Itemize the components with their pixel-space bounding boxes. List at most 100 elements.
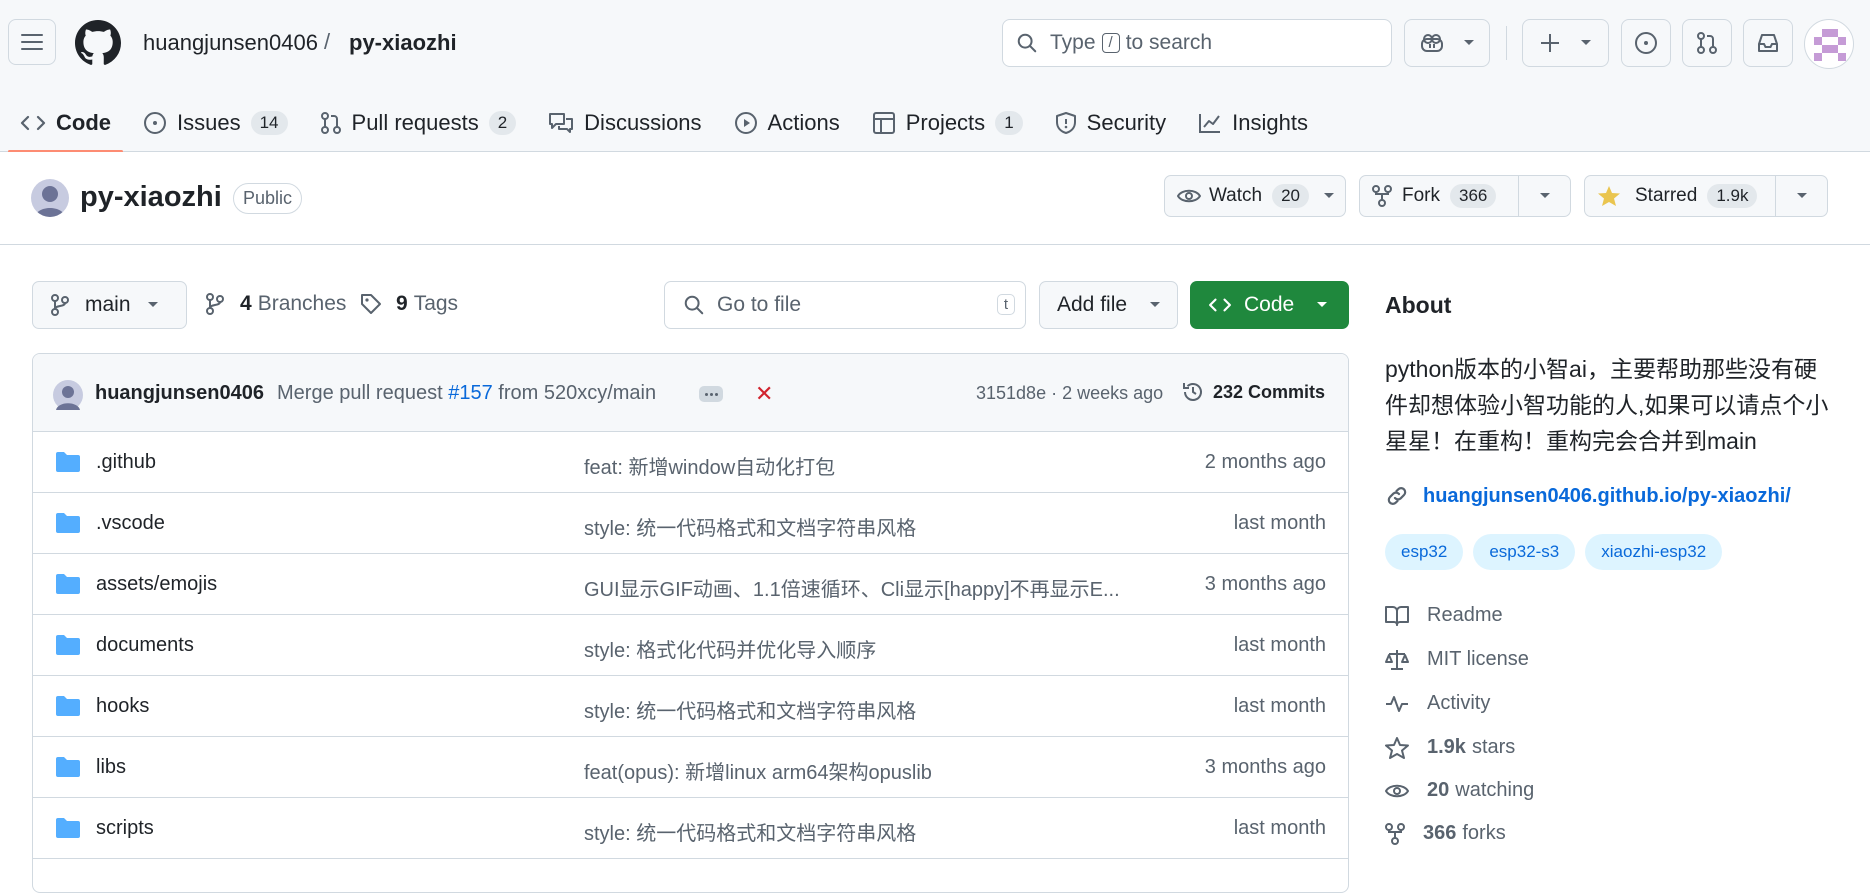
code-button-label: Code bbox=[1244, 293, 1295, 316]
commit-hash-time[interactable]: 3151d8e · 2 weeks ago bbox=[976, 383, 1163, 404]
chevron-down-icon bbox=[147, 302, 158, 307]
user-avatar[interactable] bbox=[1804, 19, 1854, 69]
file-commit-message[interactable]: feat(opus): 新增linux arm64架构opuslib bbox=[584, 756, 1144, 785]
tab-discussions[interactable]: Discussions bbox=[536, 94, 713, 152]
file-commit-date: 2 months ago bbox=[1204, 451, 1326, 473]
file-name[interactable]: .vscode bbox=[96, 512, 165, 535]
file-commit-message[interactable]: style: 统一代码格式和文档字符串风格 bbox=[584, 512, 1144, 541]
file-row[interactable]: documents style: 格式化代码并优化导入顺序 last month bbox=[33, 615, 1348, 676]
code-dropdown-button[interactable]: Code bbox=[1190, 281, 1349, 329]
folder-icon bbox=[56, 696, 80, 716]
file-commit-message[interactable]: feat: 新增window自动化打包 bbox=[584, 451, 1144, 480]
fork-button[interactable]: Fork 366 bbox=[1359, 175, 1571, 217]
chevron-down-icon bbox=[1324, 193, 1335, 198]
commit-status-failed-icon[interactable]: ✕ bbox=[755, 381, 773, 407]
issue-opened-icon bbox=[1635, 32, 1657, 54]
folder-icon bbox=[56, 757, 80, 777]
stars-link[interactable]: 1.9k stars bbox=[1385, 736, 1515, 759]
forks-label: forks bbox=[1462, 822, 1506, 844]
file-row[interactable]: .github feat: 新增window自动化打包 2 months ago bbox=[33, 432, 1348, 493]
file-row[interactable]: libs feat(opus): 新增linux arm64架构opuslib … bbox=[33, 737, 1348, 798]
commit-message[interactable]: Merge pull request #157 from 520xcy/main bbox=[277, 382, 656, 405]
branches-link[interactable]: 4 Branches bbox=[206, 292, 346, 316]
github-logo-icon[interactable] bbox=[75, 20, 121, 66]
file-commit-message[interactable]: style: 格式化代码并优化导入顺序 bbox=[584, 634, 1144, 663]
link-icon bbox=[1387, 487, 1407, 505]
readme-link[interactable]: Readme bbox=[1385, 604, 1503, 627]
commit-expand-button[interactable] bbox=[699, 386, 723, 402]
header-divider bbox=[1506, 26, 1507, 60]
plus-icon bbox=[1540, 34, 1559, 52]
commit-pr-link[interactable]: #157 bbox=[448, 382, 493, 404]
commits-count-label: 232 Commits bbox=[1213, 381, 1326, 402]
file-commit-date: last month bbox=[1233, 634, 1326, 656]
about-heading: About bbox=[1385, 292, 1452, 318]
file-commit-message[interactable]: style: 统一代码格式和文档字符串风格 bbox=[584, 695, 1144, 724]
breadcrumb-repo[interactable]: py-xiaozhi bbox=[349, 30, 457, 56]
create-new-button[interactable] bbox=[1522, 19, 1609, 67]
tab-pull-requests[interactable]: Pull requests 2 bbox=[308, 94, 529, 152]
repo-owner-avatar[interactable] bbox=[31, 179, 69, 217]
file-row[interactable]: scripts style: 统一代码格式和文档字符串风格 last month bbox=[33, 798, 1348, 859]
topic-tag[interactable]: esp32 bbox=[1385, 534, 1464, 570]
tags-link[interactable]: 9 Tags bbox=[360, 292, 458, 316]
tab-issues[interactable]: Issues 14 bbox=[131, 94, 300, 152]
visibility-badge: Public bbox=[233, 183, 303, 214]
file-name[interactable]: hooks bbox=[96, 695, 149, 718]
go-to-file-input[interactable]: Go to file t bbox=[664, 281, 1026, 329]
issues-shortcut-button[interactable] bbox=[1621, 19, 1671, 67]
pull-requests-shortcut-button[interactable] bbox=[1682, 19, 1732, 67]
file-name[interactable]: scripts bbox=[96, 817, 154, 840]
inbox-button[interactable] bbox=[1743, 19, 1793, 67]
file-name[interactable]: .github bbox=[96, 451, 156, 474]
forks-count: 366 bbox=[1423, 822, 1457, 844]
license-link[interactable]: MIT license bbox=[1385, 648, 1529, 671]
commit-message-suffix: from 520xcy/main bbox=[498, 382, 657, 404]
issue-opened-icon bbox=[144, 112, 166, 134]
repo-forked-icon bbox=[1372, 185, 1392, 207]
copilot-button[interactable] bbox=[1404, 19, 1490, 67]
file-name[interactable]: assets/emojis bbox=[96, 573, 217, 596]
topic-tag[interactable]: xiaozhi-esp32 bbox=[1585, 534, 1723, 570]
search-input[interactable]: Type / to search bbox=[1002, 19, 1392, 67]
tab-security[interactable]: Security bbox=[1043, 94, 1178, 152]
star-button[interactable]: Starred 1.9k bbox=[1584, 175, 1828, 217]
repo-title[interactable]: py-xiaozhi bbox=[80, 181, 222, 214]
star-count: 1.9k bbox=[1707, 184, 1758, 208]
file-name[interactable]: documents bbox=[96, 634, 194, 657]
tab-code[interactable]: Code bbox=[8, 94, 123, 153]
file-row[interactable]: assets/emojis GUI显示GIF动画、1.1倍速循环、Cli显示[h… bbox=[33, 554, 1348, 615]
star-dropdown[interactable] bbox=[1775, 176, 1827, 216]
file-commit-message[interactable]: style: 统一代码格式和文档字符串风格 bbox=[584, 817, 1144, 846]
breadcrumb-owner[interactable]: huangjunsen0406 bbox=[143, 30, 318, 56]
git-branch-icon bbox=[51, 294, 69, 316]
topic-tag[interactable]: esp32-s3 bbox=[1473, 534, 1576, 570]
fork-dropdown[interactable] bbox=[1518, 176, 1570, 216]
breadcrumb-separator: / bbox=[324, 29, 331, 54]
search-shortcut-key: / bbox=[1101, 33, 1120, 53]
code-icon bbox=[20, 115, 46, 131]
watch-button[interactable]: Watch 20 bbox=[1164, 175, 1346, 217]
branch-selector[interactable]: main bbox=[32, 281, 187, 329]
forks-link[interactable]: 366 forks bbox=[1385, 822, 1506, 845]
watching-link[interactable]: 20 watching bbox=[1385, 779, 1534, 802]
comment-discussion-icon bbox=[549, 113, 574, 133]
tags-label: Tags bbox=[413, 292, 459, 315]
file-row[interactable]: hooks style: 统一代码格式和文档字符串风格 last month bbox=[33, 676, 1348, 737]
tab-projects[interactable]: Projects 1 bbox=[860, 94, 1035, 152]
tab-actions[interactable]: Actions bbox=[722, 94, 852, 152]
commit-author[interactable]: huangjunsen0406 bbox=[95, 382, 264, 405]
file-browser: huangjunsen0406 Merge pull request #157 … bbox=[32, 353, 1349, 893]
file-commit-message[interactable]: GUI显示GIF动画、1.1倍速循环、Cli显示[happy]不再显示E... bbox=[584, 573, 1144, 602]
file-name[interactable]: libs bbox=[96, 756, 126, 779]
tab-insights[interactable]: Insights bbox=[1186, 94, 1320, 152]
stars-count: 1.9k bbox=[1427, 736, 1466, 758]
activity-link[interactable]: Activity bbox=[1385, 692, 1490, 715]
menu-button[interactable] bbox=[8, 19, 56, 65]
file-row[interactable]: .vscode style: 统一代码格式和文档字符串风格 last month bbox=[33, 493, 1348, 554]
commits-history-link[interactable]: 232 Commits bbox=[1181, 380, 1325, 404]
homepage-link[interactable]: huangjunsen0406.github.io/py-xiaozhi/ bbox=[1385, 484, 1791, 508]
commit-author-avatar[interactable] bbox=[53, 380, 83, 410]
add-file-button[interactable]: Add file bbox=[1039, 281, 1178, 329]
file-commit-date: 3 months ago bbox=[1204, 756, 1326, 778]
